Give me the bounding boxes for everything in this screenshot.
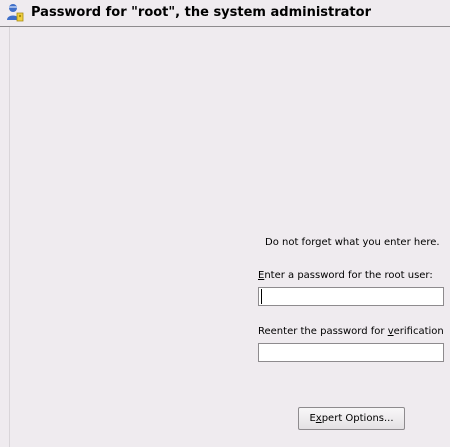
root-password-input[interactable] — [258, 287, 444, 306]
text-cursor — [261, 289, 262, 304]
expert-options-button[interactable]: Expert Options... — [298, 407, 405, 430]
user-admin-icon — [6, 3, 24, 22]
page-title: Password for "root", the system administ… — [31, 5, 371, 20]
expert-button-suffix: pert Options... — [321, 413, 394, 424]
password-label: Enter a password for the root user: — [258, 269, 433, 282]
verify-password-label: Reenter the password for verification — [258, 325, 444, 338]
verify-label-suffix: erification — [393, 326, 444, 337]
header-bar: Password for "root", the system administ… — [0, 0, 450, 27]
verify-password-input[interactable] — [258, 343, 444, 362]
verify-label-prefix: Reenter the password for — [258, 326, 388, 337]
warning-note: Do not forget what you enter here. — [265, 237, 440, 248]
password-label-suffix: nter a password for the root user: — [264, 270, 433, 281]
left-divider — [9, 27, 10, 447]
